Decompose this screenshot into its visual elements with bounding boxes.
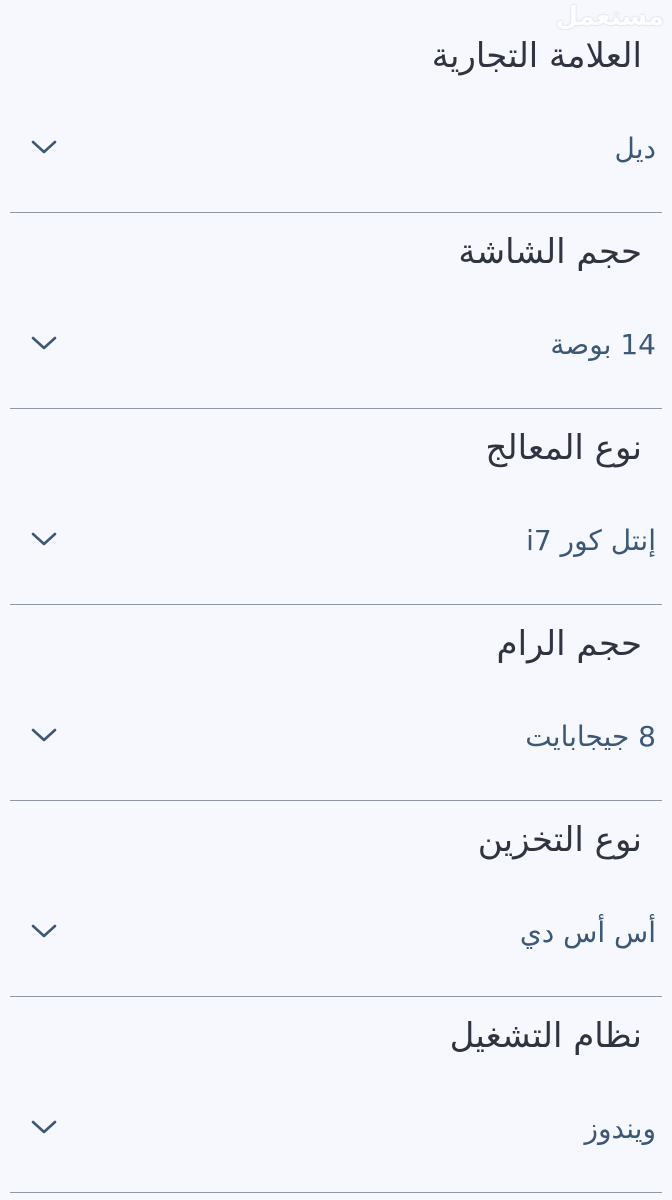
spec-label: حجم الرام: [496, 624, 642, 664]
chevron-down-icon[interactable]: [30, 725, 58, 745]
spec-value[interactable]: ديل: [615, 132, 656, 165]
spec-label: نوع التخزين: [477, 820, 642, 860]
divider: [10, 408, 662, 409]
spec-row-storage[interactable]: نوع التخزين أس أس دي: [0, 804, 672, 1000]
divider: [10, 996, 662, 997]
spec-value[interactable]: أس أس دي: [520, 916, 656, 949]
divider: [10, 604, 662, 605]
chevron-down-icon[interactable]: [30, 137, 58, 157]
spec-value[interactable]: 14 بوصة: [550, 328, 656, 361]
chevron-down-icon[interactable]: [30, 921, 58, 941]
chevron-down-icon[interactable]: [30, 1117, 58, 1137]
chevron-down-icon[interactable]: [30, 333, 58, 353]
spec-label: حجم الشاشة: [458, 232, 642, 272]
spec-label: نوع المعالج: [485, 428, 642, 468]
specs-list: العلامة التجارية ديل حجم الشاشة 14 بوصة …: [0, 20, 672, 1196]
spec-value[interactable]: 8 جيجابايت: [525, 720, 656, 753]
divider: [10, 800, 662, 801]
spec-label: نظام التشغيل: [449, 1016, 642, 1056]
divider: [10, 212, 662, 213]
spec-row-os[interactable]: نظام التشغيل ويندوز: [0, 1000, 672, 1196]
spec-row-ram[interactable]: حجم الرام 8 جيجابايت: [0, 608, 672, 804]
spec-value[interactable]: ويندوز: [584, 1112, 656, 1145]
spec-row-brand[interactable]: العلامة التجارية ديل: [0, 20, 672, 216]
spec-row-processor[interactable]: نوع المعالج إنتل كور i7: [0, 412, 672, 608]
spec-row-screen-size[interactable]: حجم الشاشة 14 بوصة: [0, 216, 672, 412]
spec-label: العلامة التجارية: [431, 36, 642, 76]
spec-value[interactable]: إنتل كور i7: [526, 524, 656, 557]
divider: [10, 1192, 662, 1193]
chevron-down-icon[interactable]: [30, 529, 58, 549]
